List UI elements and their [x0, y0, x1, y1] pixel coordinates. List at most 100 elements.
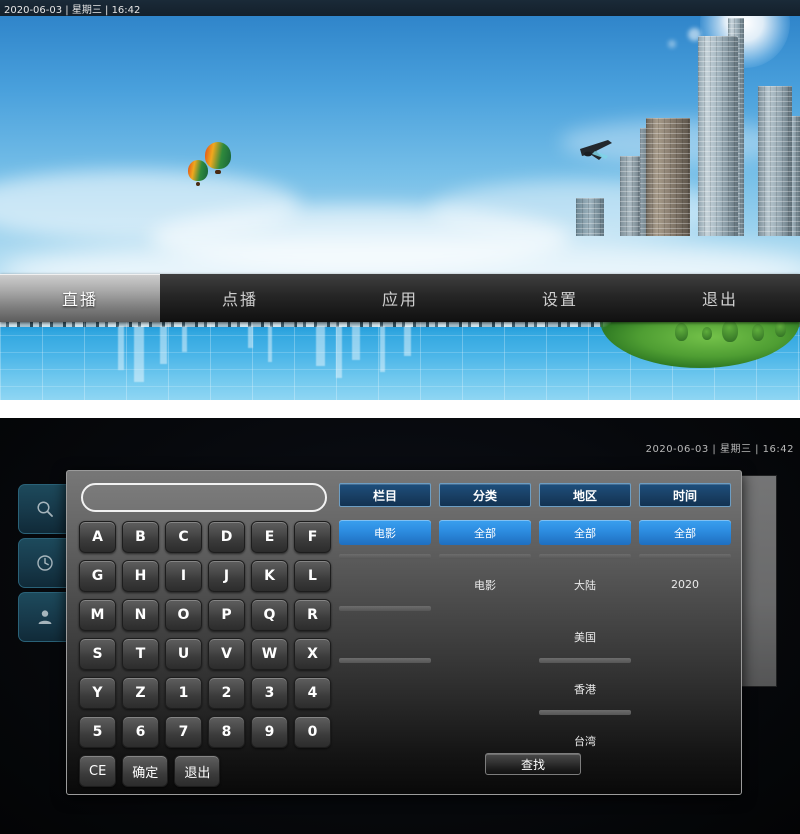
search-field-wrapper[interactable] — [81, 483, 327, 512]
key-m[interactable]: M — [79, 599, 116, 631]
filter-option[interactable] — [339, 572, 431, 597]
building-reflection — [380, 326, 385, 372]
keyboard-action-row: CE 确定 退出 — [79, 755, 331, 787]
filter-option[interactable] — [439, 624, 531, 649]
filter-option[interactable]: 美国 — [539, 624, 631, 649]
filter-option[interactable]: 大陆 — [539, 572, 631, 597]
water-reflection — [0, 318, 800, 400]
key-x[interactable]: X — [294, 638, 331, 670]
key-v[interactable]: V — [208, 638, 245, 670]
filter-option[interactable]: 台湾 — [539, 728, 631, 753]
filter-option[interactable] — [339, 676, 431, 701]
key-e[interactable]: E — [251, 521, 288, 553]
hot-air-balloon-icon — [188, 160, 208, 187]
key-y[interactable]: Y — [79, 677, 116, 709]
keyboard-row: Y Z 1 2 3 4 — [79, 677, 331, 709]
key-k[interactable]: K — [251, 560, 288, 592]
key-4[interactable]: 4 — [294, 677, 331, 709]
key-3[interactable]: 3 — [251, 677, 288, 709]
sidebar-item-search[interactable] — [18, 484, 71, 534]
nav-item-apps[interactable]: 应用 — [320, 274, 480, 322]
key-confirm[interactable]: 确定 — [122, 755, 169, 787]
hot-air-balloon-icon — [205, 142, 231, 176]
key-6[interactable]: 6 — [122, 716, 159, 748]
key-n[interactable]: N — [122, 599, 159, 631]
key-h[interactable]: H — [122, 560, 159, 592]
tree-icon — [675, 323, 688, 341]
nav-item-vod[interactable]: 点播 — [160, 274, 320, 322]
filter-header-time[interactable]: 时间 — [639, 483, 731, 507]
filter-spacer — [539, 606, 631, 611]
search-input[interactable] — [81, 483, 327, 512]
building-reflection — [352, 326, 360, 360]
filter-option[interactable]: 电影 — [439, 572, 531, 597]
key-j[interactable]: J — [208, 560, 245, 592]
building-reflection — [316, 326, 325, 366]
filter-divider — [539, 658, 631, 663]
filter-column-type: 分类 全部 电影 — [439, 483, 531, 753]
key-t[interactable]: T — [122, 638, 159, 670]
filter-option[interactable] — [639, 624, 731, 649]
filter-header-column[interactable]: 栏目 — [339, 483, 431, 507]
tree-icon — [702, 327, 712, 340]
filter-option[interactable]: 香港 — [539, 676, 631, 701]
key-1[interactable]: 1 — [165, 677, 202, 709]
search-dialog-screenshot: 2020-06-03 | 星期三 | 16:42 A B C D E F G H… — [0, 418, 800, 834]
filter-header-type[interactable]: 分类 — [439, 483, 531, 507]
find-button[interactable]: 查找 — [485, 753, 581, 775]
key-p[interactable]: P — [208, 599, 245, 631]
key-2[interactable]: 2 — [208, 677, 245, 709]
nav-item-exit[interactable]: 退出 — [640, 274, 800, 322]
filter-header-region[interactable]: 地区 — [539, 483, 631, 507]
key-r[interactable]: R — [294, 599, 331, 631]
keyboard-row: G H I J K L — [79, 560, 331, 592]
on-screen-keyboard[interactable]: A B C D E F G H I J K L M N O P Q R S T … — [79, 521, 331, 794]
key-d[interactable]: D — [208, 521, 245, 553]
filter-divider — [539, 554, 631, 559]
key-u[interactable]: U — [165, 638, 202, 670]
key-q[interactable]: Q — [251, 599, 288, 631]
filter-option[interactable]: 全部 — [639, 520, 731, 545]
building-shape — [620, 156, 640, 236]
nav-item-settings[interactable]: 设置 — [480, 274, 640, 322]
key-b[interactable]: B — [122, 521, 159, 553]
nav-item-live[interactable]: 直播 — [0, 274, 160, 322]
filter-option[interactable]: 全部 — [539, 520, 631, 545]
key-0[interactable]: 0 — [294, 716, 331, 748]
key-a[interactable]: A — [79, 521, 116, 553]
side-tab-strip[interactable] — [18, 484, 71, 646]
key-w[interactable]: W — [251, 638, 288, 670]
key-5[interactable]: 5 — [79, 716, 116, 748]
key-i[interactable]: I — [165, 560, 202, 592]
main-navigation-bar[interactable]: 直播 点播 应用 设置 退出 — [0, 274, 800, 322]
key-l[interactable]: L — [294, 560, 331, 592]
screenshot-divider — [0, 400, 800, 418]
key-7[interactable]: 7 — [165, 716, 202, 748]
key-c[interactable]: C — [165, 521, 202, 553]
filter-option[interactable]: 电影 — [339, 520, 431, 545]
key-g[interactable]: G — [79, 560, 116, 592]
filter-spacer — [639, 606, 731, 611]
search-icon — [37, 501, 53, 517]
sidebar-item-user[interactable] — [18, 592, 71, 642]
key-s[interactable]: S — [79, 638, 116, 670]
filter-option[interactable] — [639, 676, 731, 701]
key-8[interactable]: 8 — [208, 716, 245, 748]
filter-option[interactable] — [339, 624, 431, 649]
key-o[interactable]: O — [165, 599, 202, 631]
key-f[interactable]: F — [294, 521, 331, 553]
filter-columns: 栏目 电影 分类 全部 电影 地区 全部 大陆 美国 香港 台湾 时间 全部 2… — [339, 483, 731, 753]
key-z[interactable]: Z — [122, 677, 159, 709]
key-9[interactable]: 9 — [251, 716, 288, 748]
filter-option[interactable]: 全部 — [439, 520, 531, 545]
user-icon — [38, 610, 52, 624]
filter-divider — [539, 710, 631, 715]
filter-option[interactable] — [439, 676, 531, 701]
key-exit[interactable]: 退出 — [174, 755, 221, 787]
filter-column-category: 栏目 电影 — [339, 483, 431, 753]
filter-divider — [639, 554, 731, 559]
sidebar-item-history[interactable] — [18, 538, 71, 588]
filter-option[interactable]: 2020 — [639, 572, 731, 597]
key-clear[interactable]: CE — [79, 755, 117, 787]
building-reflection — [160, 326, 167, 364]
